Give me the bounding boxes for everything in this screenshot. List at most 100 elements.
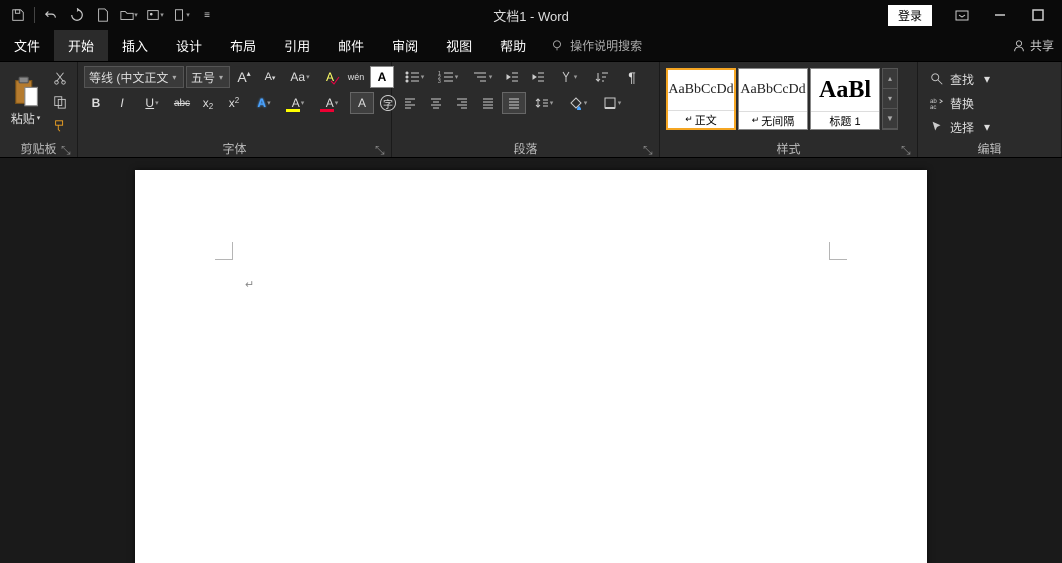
show-marks-icon[interactable]: ¶ [620, 66, 644, 88]
styles-group-label: 样式 [776, 140, 800, 157]
tab-file[interactable]: 文件 [0, 30, 54, 61]
strike-icon[interactable]: abc [170, 92, 194, 114]
ribbon: 粘贴▾ 剪贴板⤡ 等线 (中文正文▾ 五号▾ A▴ A▾ Aa▾ A wén [0, 62, 1062, 158]
style-heading1[interactable]: AaBl 标题 1 [810, 68, 880, 130]
select-button[interactable]: 选择▾ [924, 116, 996, 138]
char-border-icon[interactable]: A [370, 66, 394, 88]
justify-icon[interactable] [476, 92, 500, 114]
find-label: 查找 [950, 71, 974, 88]
new-doc-icon[interactable] [91, 3, 115, 27]
group-clipboard: 粘贴▾ 剪贴板⤡ [0, 62, 78, 157]
font-color-icon[interactable]: A▾ [316, 92, 348, 114]
tell-me-search[interactable]: 操作说明搜索 [540, 30, 652, 61]
editing-group-label: 编辑 [977, 140, 1001, 157]
change-case-icon[interactable]: Aa▾ [284, 66, 316, 88]
doc-icon[interactable]: ▾ [169, 3, 193, 27]
numbering-icon[interactable]: 123▾ [432, 66, 464, 88]
style-name-label: 标题 1 [829, 113, 860, 129]
cut-icon[interactable] [49, 68, 71, 88]
tab-view[interactable]: 视图 [432, 30, 486, 61]
maximize-icon[interactable] [1020, 3, 1056, 27]
tab-help[interactable]: 帮助 [486, 30, 540, 61]
redo-icon[interactable] [65, 3, 89, 27]
text-effects-icon[interactable]: A▾ [248, 92, 280, 114]
replace-label: 替换 [950, 95, 974, 112]
open-icon[interactable]: ▾ [117, 3, 141, 27]
font-launcher-icon[interactable]: ⤡ [375, 143, 387, 155]
find-button[interactable]: 查找▾ [924, 68, 996, 90]
font-name-combo[interactable]: 等线 (中文正文▾ [84, 66, 184, 88]
replace-button[interactable]: abac 替换 [924, 92, 996, 114]
grow-font-icon[interactable]: A▴ [232, 66, 256, 88]
save-icon[interactable] [6, 3, 30, 27]
minimize-icon[interactable] [982, 3, 1018, 27]
login-button[interactable]: 登录 [888, 5, 932, 26]
bold-icon[interactable]: B [84, 92, 108, 114]
tell-me-label: 操作说明搜索 [570, 37, 642, 54]
clipboard-launcher-icon[interactable]: ⤡ [61, 143, 73, 155]
align-center-icon[interactable] [424, 92, 448, 114]
customize-qat-icon[interactable]: ≡ [195, 3, 219, 27]
font-size-combo[interactable]: 五号▾ [186, 66, 230, 88]
increase-indent-icon[interactable] [526, 66, 550, 88]
paragraph-group-label: 段落 [513, 140, 537, 157]
enclosed-char-icon[interactable]: 字 [376, 92, 400, 114]
tab-references[interactable]: 引用 [270, 30, 324, 61]
styles-gallery: AaBbCcDd ↵正文 AaBbCcDd ↵无间隔 AaBl 标题 1 ▴ ▾… [666, 68, 898, 130]
superscript-icon[interactable]: x2 [222, 92, 246, 114]
bullets-icon[interactable]: ▾ [398, 66, 430, 88]
asian-layout-icon[interactable]: ▾ [552, 66, 584, 88]
share-button[interactable]: 共享 [1012, 30, 1062, 61]
distributed-icon[interactable] [502, 92, 526, 114]
highlight-icon[interactable]: A▾ [282, 92, 314, 114]
gallery-up-icon[interactable]: ▴ [883, 69, 897, 89]
clear-format-icon[interactable]: A [318, 66, 342, 88]
copy-icon[interactable] [49, 92, 71, 112]
gallery-more-icon[interactable]: ▼ [883, 109, 897, 129]
margin-corner-tr [829, 242, 847, 260]
page[interactable]: ↵ [135, 170, 927, 563]
format-painter-icon[interactable] [49, 116, 71, 136]
paste-label: 粘贴 [11, 110, 35, 127]
cursor-icon [930, 120, 944, 134]
svg-text:3: 3 [438, 79, 441, 84]
tab-home[interactable]: 开始 [54, 30, 108, 61]
tab-review[interactable]: 审阅 [378, 30, 432, 61]
shrink-font-icon[interactable]: A▾ [258, 66, 282, 88]
sort-icon[interactable] [586, 66, 618, 88]
tab-design[interactable]: 设计 [162, 30, 216, 61]
style-normal[interactable]: AaBbCcDd ↵正文 [666, 68, 736, 130]
shading-icon[interactable]: ▾ [562, 92, 594, 114]
style-preview: AaBbCcDd [739, 69, 807, 111]
paste-button[interactable]: 粘贴▾ [6, 66, 45, 136]
styles-launcher-icon[interactable]: ⤡ [901, 143, 913, 155]
phonetic-guide-icon[interactable]: wén [344, 66, 368, 88]
ribbon-display-icon[interactable] [944, 3, 980, 27]
style-no-spacing[interactable]: AaBbCcDd ↵无间隔 [738, 68, 808, 130]
borders-icon[interactable]: ▾ [596, 92, 628, 114]
tab-mailings[interactable]: 邮件 [324, 30, 378, 61]
italic-icon[interactable]: I [110, 92, 134, 114]
undo-icon[interactable] [39, 3, 63, 27]
underline-icon[interactable]: U▾ [136, 92, 168, 114]
subscript-icon[interactable]: x2 [196, 92, 220, 114]
document-area[interactable]: ↵ [0, 158, 1062, 563]
tab-insert[interactable]: 插入 [108, 30, 162, 61]
multilevel-icon[interactable]: ▾ [466, 66, 498, 88]
line-spacing-icon[interactable]: ▾ [528, 92, 560, 114]
gallery-down-icon[interactable]: ▾ [883, 89, 897, 109]
lightbulb-icon [550, 39, 564, 53]
gallery-scroll: ▴ ▾ ▼ [882, 68, 898, 130]
tab-layout[interactable]: 布局 [216, 30, 270, 61]
align-left-icon[interactable] [398, 92, 422, 114]
paragraph-mark-icon: ↵ [245, 278, 254, 291]
separator [34, 7, 35, 23]
image-icon[interactable]: ▾ [143, 3, 167, 27]
window-controls: 登录 [888, 3, 1062, 27]
align-right-icon[interactable] [450, 92, 474, 114]
margin-corner-tl [215, 242, 233, 260]
char-shading-icon[interactable]: A [350, 92, 374, 114]
paragraph-launcher-icon[interactable]: ⤡ [643, 143, 655, 155]
group-font: 等线 (中文正文▾ 五号▾ A▴ A▾ Aa▾ A wén A B I U▾ a… [78, 62, 392, 157]
decrease-indent-icon[interactable] [500, 66, 524, 88]
